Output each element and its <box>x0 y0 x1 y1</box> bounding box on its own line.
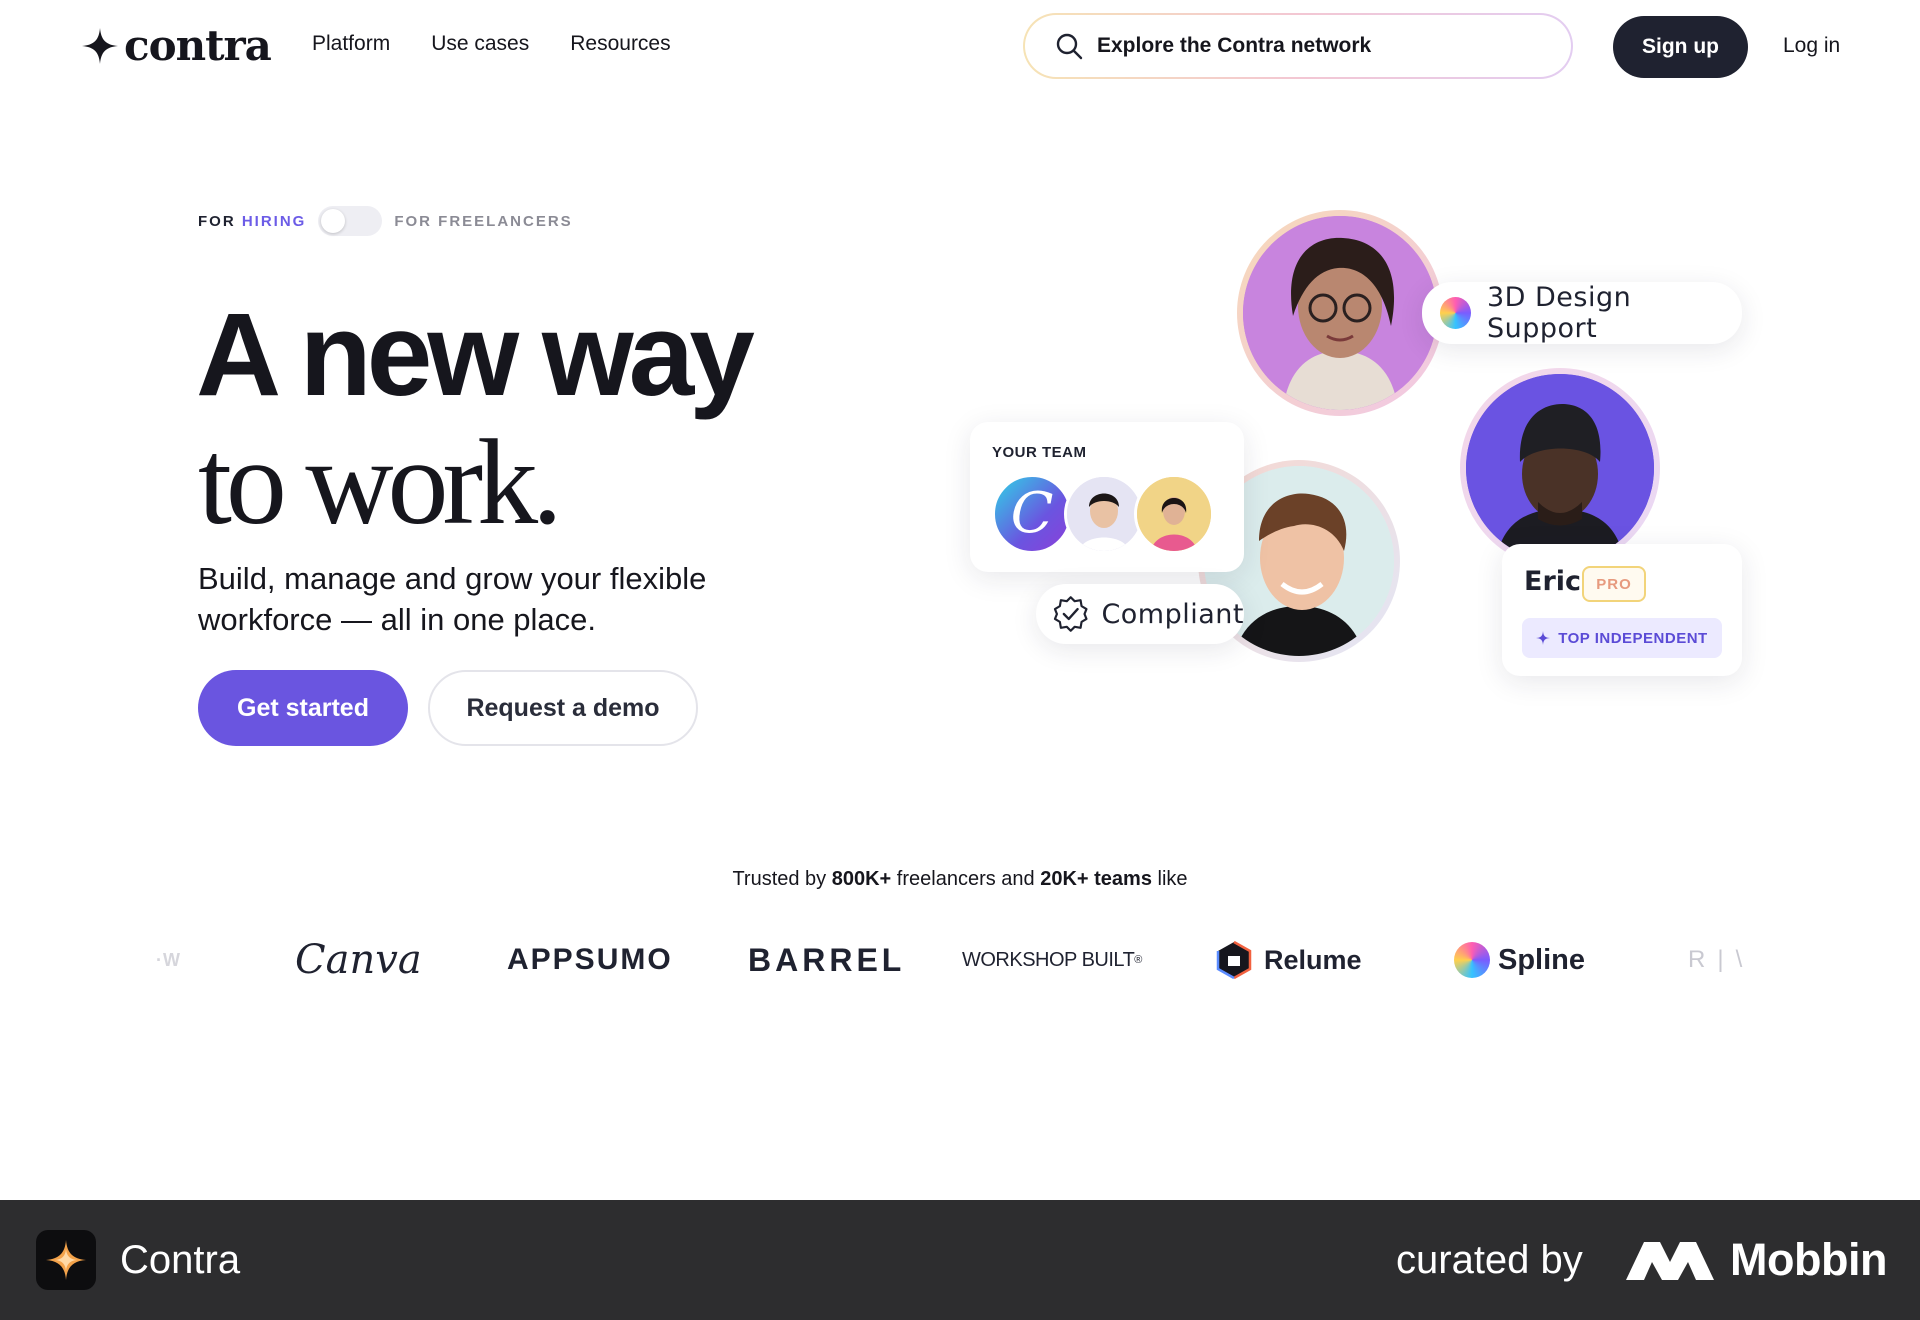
mobbin-wordmark: Mobbin <box>1730 1234 1887 1285</box>
contra-logo[interactable]: contra <box>82 21 272 70</box>
team-avatar-canva: C <box>992 474 1072 554</box>
brand-relume-logo: Relume <box>1214 930 1362 990</box>
sign-up-button[interactable]: Sign up <box>1613 16 1748 78</box>
toggle-label-freelancers[interactable]: FOR FREELANCERS <box>394 213 572 230</box>
toggle-label-highlight: HIRING <box>241 212 307 230</box>
trusted-by-text: Trusted by 800K+ freelancers and 20K+ te… <box>0 868 1920 891</box>
contra-app-icon <box>36 1230 96 1290</box>
avatar-beanie-man <box>1466 374 1654 562</box>
freelancers-count: 800K+ <box>831 868 892 890</box>
brand-logo-strip: ·W Canva APPSUMO BARREL WORKSHOP BUILT ® … <box>150 930 1770 990</box>
spline-gradient-icon <box>1440 297 1471 329</box>
pro-badge: PRO <box>1582 566 1646 602</box>
sparkle-icon <box>1536 631 1551 645</box>
contra-star-icon-orange <box>46 1240 86 1280</box>
top-independent-label: TOP INDEPENDENT <box>1558 629 1708 647</box>
log-in-link[interactable]: Log in <box>1783 34 1840 58</box>
brand-spline-logo: Spline <box>1454 930 1585 990</box>
brand-workshop-built-logo: WORKSHOP BUILT ® <box>962 930 1142 990</box>
hero-headline-line2: to work. <box>198 415 563 550</box>
teams-count: 20K+ teams <box>1040 868 1152 890</box>
profile-card-eric: Eric PRO TOP INDEPENDENT <box>1502 544 1742 676</box>
toggle-label-hiring[interactable]: FOR HIRING <box>198 213 306 230</box>
brand-canva-logo: Canva <box>295 930 422 990</box>
verified-badge-icon <box>1053 596 1088 632</box>
search-icon <box>1056 33 1083 60</box>
canva-c-icon: C <box>1010 481 1054 546</box>
registered-mark-icon: ® <box>1134 954 1143 966</box>
avatar-beanie-ring <box>1460 368 1660 568</box>
team-avatar-pink <box>1134 474 1214 554</box>
audience-toggle-row: FOR HIRING FOR FREELANCERS <box>198 206 573 236</box>
profile-name: Eric <box>1524 566 1582 597</box>
request-demo-button[interactable]: Request a demo <box>428 670 698 746</box>
audience-toggle[interactable] <box>318 206 383 236</box>
skill-pill: 3D Design Support <box>1422 282 1742 344</box>
trusted-prefix: Trusted by <box>732 868 832 890</box>
top-independent-badge: TOP INDEPENDENT <box>1522 618 1722 658</box>
mobbin-logo[interactable]: Mobbin <box>1626 1234 1887 1286</box>
toggle-label-prefix: FOR <box>198 212 242 230</box>
your-team-card: YOUR TEAM C <box>970 422 1244 572</box>
top-nav: contra Platform Use cases Resources Expl… <box>0 0 1920 94</box>
footer-app-name: Contra <box>120 1238 241 1282</box>
brand-workshop-built-text: WORKSHOP BUILT <box>962 948 1135 971</box>
brand-appsumo-text: APPSUMO <box>507 943 673 976</box>
brand-relume-text: Relume <box>1264 944 1362 975</box>
contra-star-icon <box>82 28 118 64</box>
search-input[interactable]: Explore the Contra network <box>1025 15 1571 77</box>
toggle-knob <box>321 209 346 233</box>
brand-canva-text: Canva <box>295 937 422 983</box>
nav-links: Platform Use cases Resources <box>312 32 671 56</box>
nav-link-use-cases[interactable]: Use cases <box>431 32 529 56</box>
avatar-woman <box>1243 216 1437 410</box>
brand-barrel-logo: BARREL <box>748 930 905 990</box>
nav-link-resources[interactable]: Resources <box>570 32 670 56</box>
relume-cube-icon <box>1216 940 1252 980</box>
trusted-middle: freelancers and <box>891 868 1041 890</box>
logo-wordmark: contra <box>124 21 272 70</box>
mobbin-m-icon <box>1626 1242 1714 1280</box>
curated-by-label: curated by <box>1396 1238 1583 1282</box>
compliant-label: Compliant <box>1101 598 1244 630</box>
brand-appsumo-logo: APPSUMO <box>507 930 673 990</box>
hero-subheadline: Build, manage and grow your flexible wor… <box>198 561 707 637</box>
skill-pill-label: 3D Design Support <box>1486 282 1632 344</box>
brand-spline-text: Spline <box>1498 943 1586 976</box>
brand-faded-right: R|\ <box>1688 946 1755 973</box>
nav-link-platform[interactable]: Platform <box>312 32 390 56</box>
get-started-button[interactable]: Get started <box>198 670 408 746</box>
compliant-pill: Compliant <box>1036 584 1244 644</box>
mobbin-footer-bar: Contra curated by Mobbin <box>0 1200 1920 1320</box>
avatar-woman-ring <box>1237 210 1443 416</box>
brand-faded-left: ·W <box>156 949 181 970</box>
search-bar[interactable]: Explore the Contra network <box>1023 13 1573 79</box>
trusted-suffix: like <box>1151 868 1188 890</box>
brand-barrel-text: BARREL <box>748 941 906 978</box>
your-team-label: YOUR TEAM <box>992 444 1087 461</box>
team-avatar-woman <box>1064 474 1144 554</box>
spline-orb-icon <box>1454 942 1490 978</box>
hero-headline-line1: A new way <box>196 289 755 421</box>
search-placeholder: Explore the Contra network <box>1097 34 1372 57</box>
